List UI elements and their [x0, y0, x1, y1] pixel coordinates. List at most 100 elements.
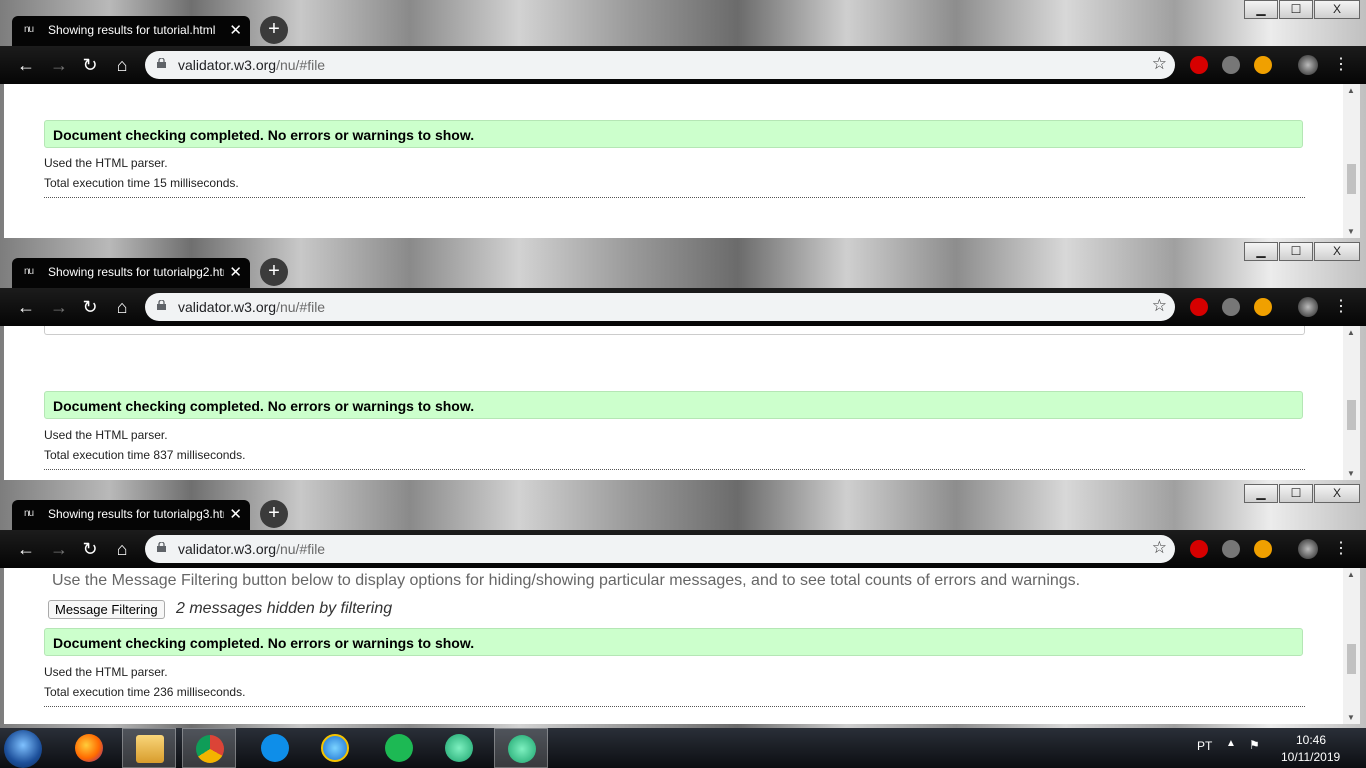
home-icon[interactable]: ⌂ — [111, 538, 133, 560]
window-controls: ▁ ☐ X — [1243, 484, 1360, 503]
tab-close-icon[interactable]: ✕ — [229, 505, 242, 523]
forward-icon[interactable]: → — [48, 296, 70, 318]
divider — [44, 469, 1305, 470]
new-tab-button[interactable]: + — [260, 500, 288, 528]
forward-icon[interactable]: → — [48, 538, 70, 560]
taskbar-file-explorer[interactable] — [122, 728, 176, 768]
browser-tab[interactable]: nu Showing results for tutorialpg3.html … — [12, 500, 250, 530]
browser-window-3: ▁ ☐ X nu Showing results for tutorialpg3… — [0, 484, 1366, 728]
minimize-button[interactable]: ▁ — [1244, 484, 1278, 503]
close-window-button[interactable]: X — [1314, 0, 1360, 19]
show-hidden-icons-icon[interactable]: ▲ — [1226, 738, 1236, 749]
browser-toolbar: ← → ↻ ⌂ validator.w3.org/nu/#file ☆ ⋮ — [0, 288, 1366, 326]
scroll-down-icon[interactable]: ▼ — [1347, 469, 1355, 478]
tab-title: Showing results for tutorialpg3.html — [48, 507, 224, 521]
menu-kebab-icon[interactable]: ⋮ — [1330, 296, 1352, 318]
execution-time: Total execution time 15 milliseconds. — [44, 176, 239, 190]
taskbar-atom-2[interactable] — [494, 728, 548, 768]
extension-icon[interactable] — [1222, 298, 1240, 316]
language-indicator[interactable]: PT — [1197, 739, 1212, 753]
clock-date[interactable]: 10/11/2019 — [1281, 750, 1340, 764]
validator-favicon-icon: nu — [24, 508, 34, 519]
profile-avatar[interactable] — [1298, 297, 1318, 317]
start-button-windows-icon[interactable] — [4, 730, 42, 768]
clock-time[interactable]: 10:46 — [1296, 733, 1326, 747]
input-box-bottom — [44, 326, 1305, 335]
browser-tab[interactable]: nu Showing results for tutorialpg2.html … — [12, 258, 250, 288]
extension-bulb-icon[interactable] — [1254, 56, 1272, 74]
scroll-down-icon[interactable]: ▼ — [1347, 713, 1355, 722]
title-bar: ▁ ☐ X nu Showing results for tutorialpg2… — [0, 242, 1366, 290]
lock-icon — [157, 58, 166, 68]
taskbar-chrome[interactable] — [182, 728, 236, 768]
home-icon[interactable]: ⌂ — [111, 296, 133, 318]
tab-title: Showing results for tutorial.html — [48, 23, 216, 37]
tab-title: Showing results for tutorialpg2.html — [48, 265, 224, 279]
profile-avatar[interactable] — [1298, 55, 1318, 75]
parser-info: Used the HTML parser. — [44, 665, 168, 679]
taskbar-internet-explorer[interactable] — [308, 728, 362, 768]
maximize-button[interactable]: ☐ — [1279, 0, 1313, 19]
message-filtering-button[interactable]: Message Filtering — [48, 600, 165, 619]
minimize-button[interactable]: ▁ — [1244, 242, 1278, 261]
adblock-extension-icon[interactable] — [1190, 540, 1208, 558]
forward-icon[interactable]: → — [48, 54, 70, 76]
spotify-icon — [385, 734, 413, 762]
tab-close-icon[interactable]: ✕ — [229, 21, 242, 39]
taskbar-firefox[interactable] — [62, 728, 116, 768]
scroll-up-icon[interactable]: ▲ — [1347, 570, 1355, 579]
reload-icon[interactable]: ↻ — [79, 54, 101, 76]
back-icon[interactable]: ← — [15, 538, 37, 560]
close-window-button[interactable]: X — [1314, 484, 1360, 503]
scrollbar-thumb[interactable] — [1347, 164, 1356, 194]
scrollbar-thumb[interactable] — [1347, 400, 1356, 430]
extension-icon[interactable] — [1222, 540, 1240, 558]
tab-close-icon[interactable]: ✕ — [229, 263, 242, 281]
address-bar[interactable]: validator.w3.org/nu/#file ☆ — [145, 293, 1175, 321]
lock-icon — [157, 300, 166, 310]
back-icon[interactable]: ← — [15, 296, 37, 318]
maximize-button[interactable]: ☐ — [1279, 242, 1313, 261]
back-icon[interactable]: ← — [15, 54, 37, 76]
scroll-up-icon[interactable]: ▲ — [1347, 86, 1355, 95]
bookmark-star-icon[interactable]: ☆ — [1152, 296, 1167, 316]
reload-icon[interactable]: ↻ — [79, 538, 101, 560]
scrollbar[interactable]: ▲ ▼ — [1343, 568, 1360, 724]
browser-toolbar: ← → ↻ ⌂ validator.w3.org/nu/#file ☆ ⋮ — [0, 46, 1366, 84]
minimize-button[interactable]: ▁ — [1244, 0, 1278, 19]
taskbar-spotify[interactable] — [372, 728, 426, 768]
browser-tab[interactable]: nu Showing results for tutorial.html ✕ — [12, 16, 250, 46]
new-tab-button[interactable]: + — [260, 258, 288, 286]
taskbar-atom[interactable] — [432, 728, 486, 768]
home-icon[interactable]: ⌂ — [111, 54, 133, 76]
scroll-up-icon[interactable]: ▲ — [1347, 328, 1355, 337]
action-center-flag-icon[interactable]: ⚑ — [1249, 738, 1260, 752]
extension-icon[interactable] — [1222, 56, 1240, 74]
taskbar: PT ▲ ⚑ 10:46 10/11/2019 — [0, 728, 1366, 768]
scrollbar[interactable]: ▲ ▼ — [1343, 84, 1360, 238]
execution-time: Total execution time 837 milliseconds. — [44, 448, 246, 462]
menu-kebab-icon[interactable]: ⋮ — [1330, 538, 1352, 560]
file-explorer-icon — [136, 735, 164, 763]
address-bar[interactable]: validator.w3.org/nu/#file ☆ — [145, 51, 1175, 79]
close-window-button[interactable]: X — [1314, 242, 1360, 261]
parser-info: Used the HTML parser. — [44, 428, 168, 442]
maximize-button[interactable]: ☐ — [1279, 484, 1313, 503]
new-tab-button[interactable]: + — [260, 16, 288, 44]
menu-kebab-icon[interactable]: ⋮ — [1330, 54, 1352, 76]
scroll-down-icon[interactable]: ▼ — [1347, 227, 1355, 236]
profile-avatar[interactable] — [1298, 539, 1318, 559]
adblock-extension-icon[interactable] — [1190, 298, 1208, 316]
extension-bulb-icon[interactable] — [1254, 298, 1272, 316]
scrollbar-thumb[interactable] — [1347, 644, 1356, 674]
adblock-extension-icon[interactable] — [1190, 56, 1208, 74]
scrollbar[interactable]: ▲ ▼ — [1343, 326, 1360, 480]
taskbar-teamviewer[interactable] — [248, 728, 302, 768]
address-bar[interactable]: validator.w3.org/nu/#file ☆ — [145, 535, 1175, 563]
bookmark-star-icon[interactable]: ☆ — [1152, 538, 1167, 558]
validator-favicon-icon: nu — [24, 266, 34, 277]
extension-bulb-icon[interactable] — [1254, 540, 1272, 558]
bookmark-star-icon[interactable]: ☆ — [1152, 54, 1167, 74]
address-text: validator.w3.org/nu/#file — [178, 541, 326, 557]
reload-icon[interactable]: ↻ — [79, 296, 101, 318]
